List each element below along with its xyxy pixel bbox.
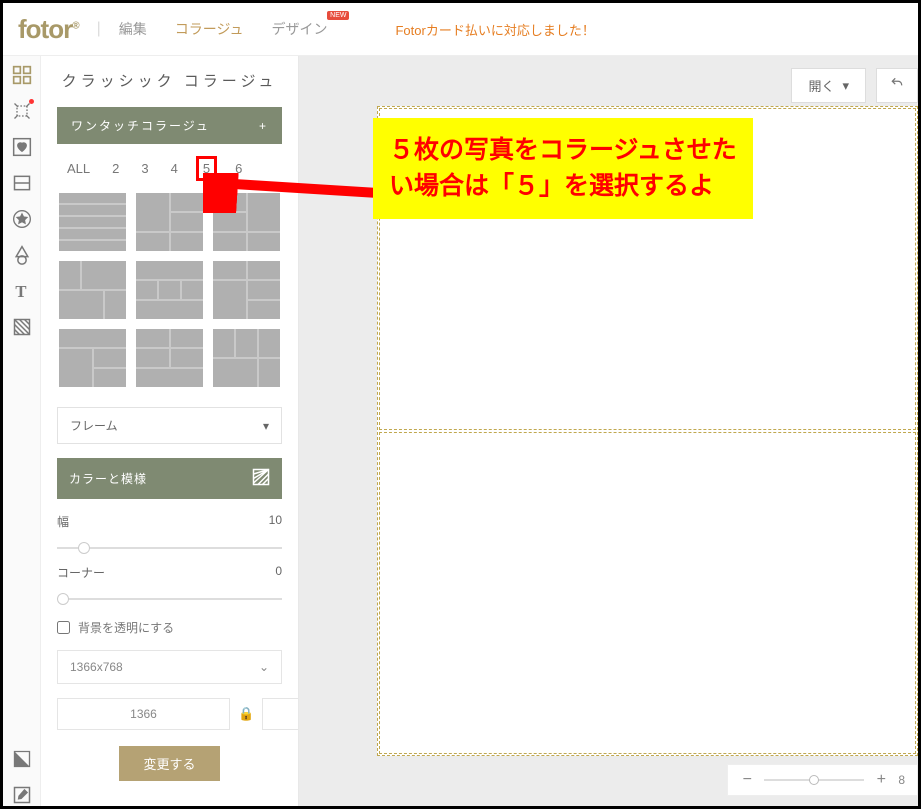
promo-text[interactable]: Fotorカード払いに対応しました！ xyxy=(395,20,594,39)
width-slider[interactable] xyxy=(57,547,282,549)
side-panel: クラッシック コラージュ ワンタッチコラージュ + ALL 2 3 4 5 6 … xyxy=(41,56,299,806)
app-header: fotor® | 編集 コラージュ デザインNEW Fotorカード払いに対応し… xyxy=(3,3,918,56)
frame-select[interactable]: フレーム ▾ xyxy=(57,407,282,444)
zoom-slider[interactable] xyxy=(764,779,864,781)
count-4[interactable]: 4 xyxy=(167,159,182,178)
plus-icon: + xyxy=(259,119,268,133)
layout-icon[interactable] xyxy=(11,64,33,86)
template-6[interactable] xyxy=(211,259,282,321)
svg-text:T: T xyxy=(15,282,26,301)
canvas-cell-bottom[interactable] xyxy=(379,432,916,754)
texture-icon[interactable] xyxy=(11,316,33,338)
rows-icon[interactable] xyxy=(11,172,33,194)
template-grid xyxy=(57,191,282,389)
divider: | xyxy=(97,20,101,38)
count-3[interactable]: 3 xyxy=(137,159,152,178)
nav-edit[interactable]: 編集 xyxy=(119,19,147,39)
template-7[interactable] xyxy=(57,327,128,389)
text-icon[interactable]: T xyxy=(11,280,33,302)
new-badge: NEW xyxy=(327,11,349,20)
count-2[interactable]: 2 xyxy=(108,159,123,178)
height-input[interactable] xyxy=(262,698,299,730)
transparent-bg-checkbox[interactable] xyxy=(57,621,70,634)
corner-slider[interactable] xyxy=(57,598,282,600)
size-preset-select[interactable]: 1366x768 ⌄ xyxy=(57,650,282,684)
heart-icon[interactable] xyxy=(11,136,33,158)
caret-down-icon: ▾ xyxy=(263,419,269,433)
corner-icon[interactable] xyxy=(11,748,33,770)
template-8[interactable] xyxy=(134,327,205,389)
width-value: 10 xyxy=(269,513,282,530)
tool-rail: T xyxy=(3,56,41,806)
annotation-arrow xyxy=(203,173,383,213)
corner-value: 0 xyxy=(275,564,282,581)
one-touch-collage-button[interactable]: ワンタッチコラージュ + xyxy=(57,107,282,144)
nav-collage[interactable]: コラージュ xyxy=(175,19,244,39)
open-button[interactable]: 開く▾ xyxy=(791,68,866,103)
annotation-callout: ５枚の写真をコラージュさせたい場合は「５」を選択するよ xyxy=(373,118,753,219)
template-2[interactable] xyxy=(134,191,205,253)
zoom-value: 8 xyxy=(898,773,905,787)
panel-title: クラッシック コラージュ xyxy=(57,70,282,91)
logo: fotor® xyxy=(18,14,79,45)
caret-down-icon: ▾ xyxy=(842,78,849,94)
zoom-in-button[interactable]: + xyxy=(874,771,888,789)
count-all[interactable]: ALL xyxy=(63,159,94,178)
width-input[interactable] xyxy=(57,698,230,730)
pattern-icon xyxy=(252,468,270,489)
transparent-bg-check[interactable]: 背景を透明にする xyxy=(57,619,282,636)
zoom-out-button[interactable]: − xyxy=(740,771,754,789)
template-9[interactable] xyxy=(211,327,282,389)
resize-icon[interactable] xyxy=(11,100,33,122)
apply-button[interactable]: 変更する xyxy=(119,746,219,781)
template-5[interactable] xyxy=(134,259,205,321)
corner-label: コーナー xyxy=(57,564,105,581)
template-4[interactable] xyxy=(57,259,128,321)
chevron-down-icon: ⌄ xyxy=(259,660,269,674)
width-label: 幅 xyxy=(57,513,69,530)
lock-icon[interactable]: 🔒 xyxy=(238,706,254,722)
zoom-bar: − + 8 xyxy=(727,764,918,796)
color-pattern-button[interactable]: カラーと模様 xyxy=(57,458,282,499)
nav-design[interactable]: デザインNEW xyxy=(271,19,327,39)
template-1[interactable] xyxy=(57,191,128,253)
edit-corner-icon[interactable] xyxy=(11,784,33,806)
star-icon[interactable] xyxy=(11,208,33,230)
undo-button[interactable] xyxy=(876,68,918,103)
shapes-icon[interactable] xyxy=(11,244,33,266)
